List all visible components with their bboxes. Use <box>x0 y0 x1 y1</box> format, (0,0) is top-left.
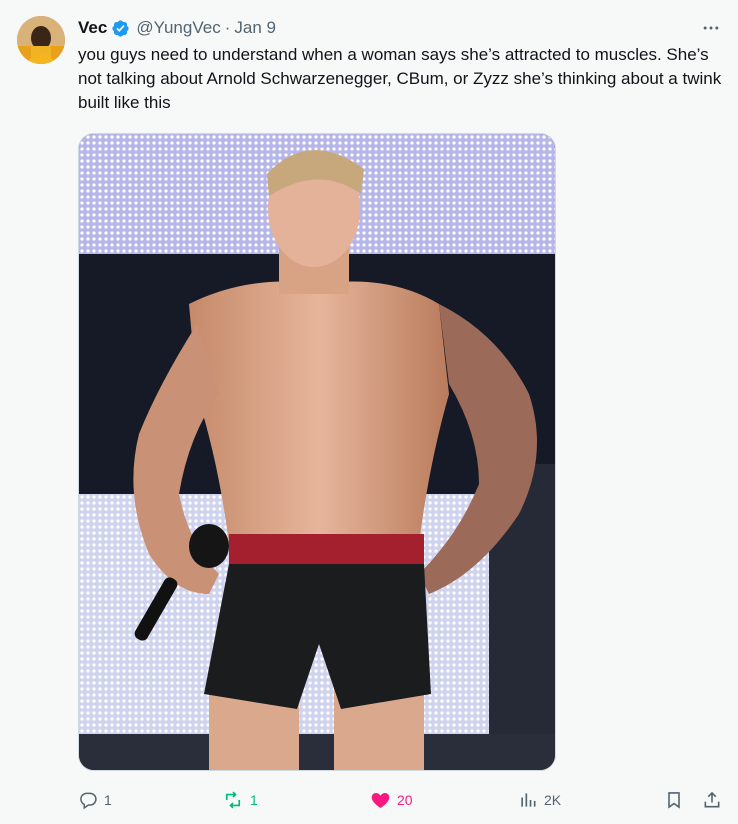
separator-dot: · <box>224 18 231 37</box>
reply-button[interactable]: 1 <box>78 786 112 814</box>
views-icon <box>521 793 536 807</box>
views-count: 2K <box>544 792 562 808</box>
tweet-text: you guys need to understand when a woman… <box>78 45 722 112</box>
views-button[interactable]: 2K <box>518 786 561 814</box>
more-icon[interactable] <box>700 18 722 38</box>
like-button[interactable]: 20 <box>370 786 413 814</box>
heart-icon <box>371 793 390 808</box>
share-button[interactable] <box>702 786 728 814</box>
author-handle[interactable]: @YungVec <box>136 17 220 39</box>
tweet-header: Vec @YungVec · Jan 9 <box>78 17 276 39</box>
repost-icon <box>225 791 241 809</box>
author-name[interactable]: Vec <box>78 17 107 39</box>
repost-button[interactable]: 1 <box>222 786 258 814</box>
repost-count: 1 <box>250 792 258 808</box>
tweet-photo[interactable] <box>78 133 556 771</box>
bookmark-button[interactable] <box>664 786 690 814</box>
tweet-actions: 1 1 20 2K <box>78 786 724 814</box>
share-icon <box>704 791 720 808</box>
like-count: 20 <box>397 792 413 808</box>
reply-count: 1 <box>104 792 112 808</box>
tweet[interactable]: Vec @YungVec · Jan 9 you guys need to un… <box>0 0 738 824</box>
tweet-date[interactable]: Jan 9 <box>234 17 276 39</box>
avatar[interactable] <box>17 16 65 64</box>
reply-icon <box>80 792 97 810</box>
verified-badge-icon <box>111 19 130 38</box>
bookmark-icon <box>668 792 680 809</box>
